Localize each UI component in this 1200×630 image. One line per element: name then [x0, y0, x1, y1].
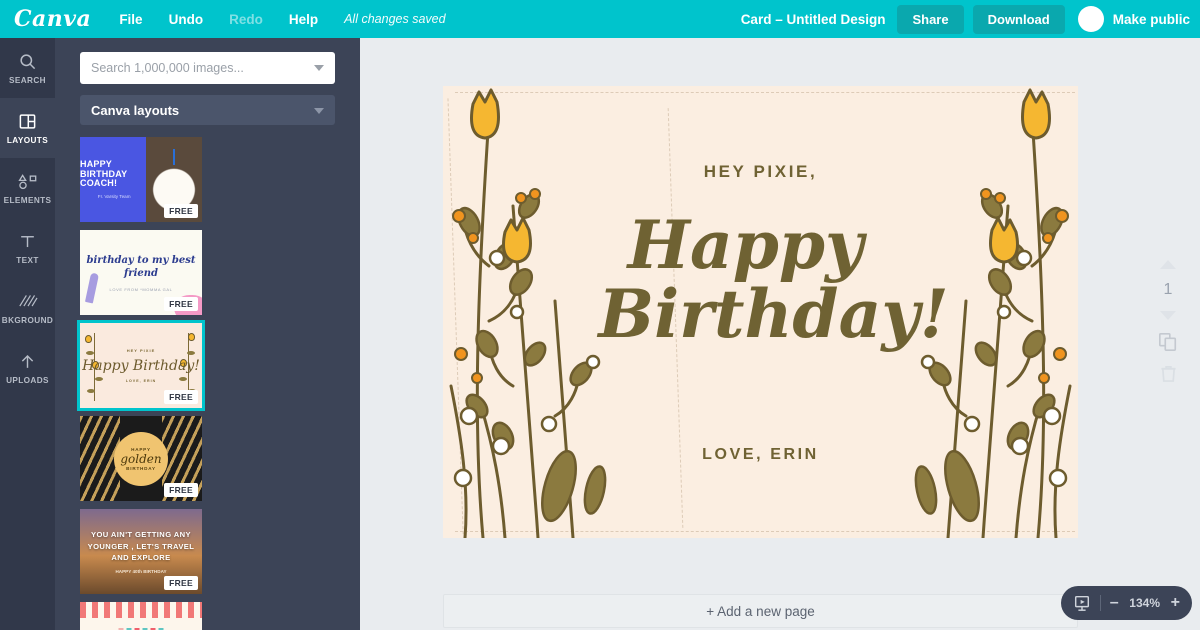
zoom-out-button[interactable]: –	[1110, 595, 1119, 611]
sidebar-label-search: SEARCH	[9, 75, 46, 85]
sidebar-item-search[interactable]: SEARCH	[0, 38, 55, 98]
category-dropdown[interactable]: Canva layouts	[80, 95, 335, 125]
menu-redo[interactable]: Redo	[229, 12, 263, 27]
top-bar: Canva File Undo Redo Help All changes sa…	[0, 0, 1200, 38]
toolbar-divider	[1099, 595, 1101, 611]
template-title: golden	[120, 451, 162, 466]
present-icon[interactable]	[1073, 594, 1091, 612]
trash-icon[interactable]	[1160, 364, 1177, 383]
share-button[interactable]: Share	[897, 4, 964, 34]
upload-icon	[18, 352, 37, 372]
bunting-decoration	[80, 602, 202, 618]
sidebar-item-background[interactable]: BKGROUND	[0, 278, 55, 338]
sidebar-label-elements: ELEMENTS	[3, 195, 52, 205]
sidebar-item-elements[interactable]: ELEMENTS	[0, 158, 55, 218]
chevron-up-icon[interactable]	[1160, 260, 1176, 269]
zoom-in-button[interactable]: +	[1171, 595, 1180, 611]
template-line3: BIRTHDAY	[126, 465, 156, 471]
page-controls: 1	[1152, 260, 1184, 383]
free-badge: FREE	[164, 483, 198, 497]
category-row: Canva layouts	[55, 84, 360, 125]
template-thumbnail[interactable]: HAPPY BIRTHDAY COACH! Fr. Varsity Team F…	[80, 137, 202, 222]
document-title: Card – Untitled Design	[740, 11, 886, 27]
text-icon	[18, 232, 37, 252]
layouts-icon	[18, 112, 37, 132]
template-thumbnail[interactable]: birthday to my best friend LOVE FROM *MO…	[80, 230, 202, 315]
search-input[interactable]	[80, 52, 335, 84]
free-badge: FREE	[164, 576, 198, 590]
canvas-headline-line1: Happy	[627, 206, 864, 284]
template-subtitle: HAPPY 40th BIRTHDAY	[115, 568, 167, 574]
canvas-headline[interactable]: Happy Birthday!	[443, 206, 1078, 353]
template-thumbnail[interactable]: HAPPY BIRTHDAY TO THE MAN WHO LIGHTS UP …	[80, 602, 202, 630]
template-title: Happy Birthday!	[82, 357, 200, 374]
page-number: 1	[1163, 281, 1173, 298]
make-public-label: Make public	[1112, 11, 1190, 27]
chevron-down-icon[interactable]	[1160, 311, 1176, 320]
sidebar-item-uploads[interactable]: UPLOADS	[0, 338, 55, 398]
sidebar-label-layouts: LAYOUTS	[6, 135, 49, 145]
download-button[interactable]: Download	[972, 4, 1065, 34]
template-title: HAPPY BIRTHDAY COACH!	[80, 159, 128, 189]
sidebar-label-uploads: UPLOADS	[6, 375, 49, 385]
template-title: YOU AIN'T GETTING ANY YOUNGER , LET'S TR…	[87, 530, 195, 563]
free-badge: FREE	[164, 297, 198, 311]
free-badge: FREE	[164, 204, 198, 218]
free-badge: FREE	[164, 390, 198, 404]
sidebar-item-text[interactable]: TEXT	[0, 218, 55, 278]
canvas-stage[interactable]: HEY PIXIE, Happy Birthday! LOVE, ERIN 1	[360, 38, 1200, 630]
template-thumbnail[interactable]: YOU AIN'T GETTING ANY YOUNGER , LET'S TR…	[80, 509, 202, 594]
template-thumbnail-selected[interactable]: HEY PIXIE Happy Birthday! LOVE, ERIN FRE…	[77, 320, 205, 411]
top-bar-right: Card – Untitled Design Share Download Ma…	[741, 0, 1190, 38]
layouts-panel: Canva layouts HAPPY BIRTHDAY COACH! Fr. …	[55, 38, 360, 630]
make-public-toggle[interactable]	[1077, 6, 1104, 32]
template-subtitle: LOVE FROM *MOMMA GAL	[109, 286, 173, 292]
template-subtitle: HEY PIXIE	[126, 347, 156, 353]
menu-undo[interactable]: Undo	[169, 12, 204, 27]
zoom-level: 134%	[1129, 596, 1160, 610]
duplicate-page-icon[interactable]	[1158, 332, 1178, 352]
sidebar-label-background: BKGROUND	[1, 315, 54, 325]
canvas-headline-line2: Birthday!	[598, 274, 949, 353]
template-grid: HAPPY BIRTHDAY COACH! Fr. Varsity Team F…	[55, 137, 360, 630]
template-subtitle: Fr. Varsity Team	[97, 193, 131, 199]
canvas-signoff-text[interactable]: LOVE, ERIN	[443, 446, 1078, 464]
search-icon	[18, 52, 37, 72]
menu-help[interactable]: Help	[289, 12, 318, 27]
sidebar-item-layouts[interactable]: LAYOUTS	[0, 98, 55, 158]
add-new-page-button[interactable]: + Add a new page	[443, 594, 1078, 628]
left-rail: SEARCH LAYOUTS ELEMENTS TEXT BKGROUND UP…	[0, 38, 55, 630]
template-title: birthday to my best friend	[86, 254, 196, 279]
design-canvas[interactable]: HEY PIXIE, Happy Birthday! LOVE, ERIN	[443, 86, 1078, 538]
canvas-greeting-text[interactable]: HEY PIXIE,	[443, 162, 1078, 182]
template-signoff: LOVE, ERIN	[125, 379, 157, 384]
save-status: All changes saved	[344, 12, 446, 26]
canva-editor: Canva File Undo Redo Help All changes sa…	[0, 0, 1200, 630]
search-row	[55, 38, 360, 84]
menu-file[interactable]: File	[119, 12, 142, 27]
background-icon	[18, 292, 38, 312]
template-line1: HAPPY	[131, 446, 151, 452]
elements-icon	[17, 172, 38, 192]
sidebar-label-text: TEXT	[16, 255, 39, 265]
template-thumbnail[interactable]: HAPPY golden BIRTHDAY FREE	[80, 416, 202, 501]
category-label: Canva layouts	[91, 102, 180, 118]
canva-logo[interactable]: Canva	[14, 6, 91, 32]
zoom-toolbar: – 134% +	[1060, 586, 1192, 620]
